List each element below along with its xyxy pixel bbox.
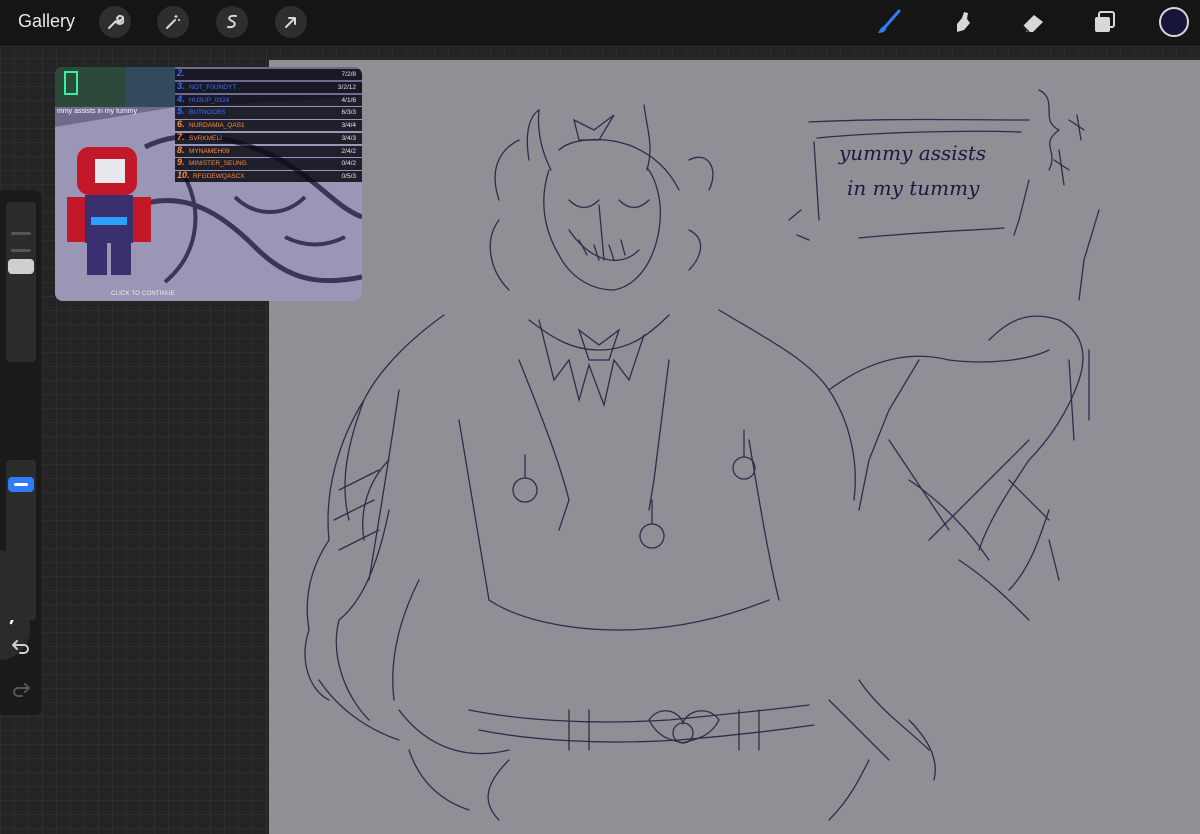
leaderboard-player-name: RFGDEWQASCX bbox=[193, 173, 245, 181]
leaderboard-player-name: NURDAMIA_QAS1 bbox=[189, 122, 245, 130]
leaderboard-row: 9. MINISTER_SEUNG 0/4/2 bbox=[175, 157, 362, 170]
gallery-button[interactable]: Gallery bbox=[18, 11, 75, 32]
leaderboard-player-name: MINISTER_SEUNG bbox=[189, 160, 247, 168]
leaderboard-score: 3/4/3 bbox=[341, 134, 356, 142]
opacity-handle[interactable] bbox=[8, 477, 34, 492]
leaderboard-rank: 8. bbox=[177, 144, 185, 155]
sketch-drawing: yummy assists in my tummy bbox=[304, 89, 1100, 821]
speech-bubble-text: yummy assists bbox=[838, 141, 986, 165]
leaderboard-rank: 3. bbox=[177, 80, 185, 91]
leaderboard-player-name: HU3UP_0324 bbox=[189, 96, 230, 104]
brush-size-slider[interactable] bbox=[6, 202, 36, 362]
top-toolbar: Gallery bbox=[0, 0, 1200, 45]
handle-grip bbox=[14, 483, 28, 486]
brush-icon[interactable] bbox=[873, 6, 905, 38]
leaderboard: 2. 7/2/8 3. NOT_F0UNDYT 3/2/12 4. HU3UP_0324 4/… bbox=[175, 68, 362, 184]
color-picker-swatch[interactable] bbox=[1159, 7, 1189, 37]
speech-bubble-text: in my tummy bbox=[847, 176, 980, 200]
leaderboard-player-name: NOT_F0UNDYT bbox=[189, 83, 237, 91]
click-to-continue-text: CLICK TO CONTINUE bbox=[111, 291, 175, 297]
leaderboard-row: 10. RFGDEWQASCX 0/5/3 bbox=[175, 170, 362, 183]
leaderboard-score: 3/4/4 bbox=[341, 122, 356, 130]
leaderboard-rank: 6. bbox=[177, 119, 185, 130]
leaderboard-row: 7. SVRKMELI 3/4/3 bbox=[175, 131, 362, 145]
leaderboard-score: 2/4/2 bbox=[341, 147, 356, 155]
leaderboard-score: 0/4/2 bbox=[341, 160, 356, 168]
leaderboard-rank: 2. bbox=[177, 68, 185, 78]
undo-icon[interactable] bbox=[8, 633, 34, 659]
wrench-icon[interactable] bbox=[99, 6, 131, 38]
brush-size-handle[interactable] bbox=[8, 259, 34, 274]
selection-icon[interactable] bbox=[216, 6, 248, 38]
leaderboard-rank: 10. bbox=[177, 170, 190, 181]
leaderboard-rank: 9. bbox=[177, 157, 185, 168]
opacity-slider[interactable] bbox=[6, 460, 36, 620]
eraser-icon[interactable] bbox=[1017, 6, 1049, 38]
leaderboard-score: 3/2/12 bbox=[337, 83, 356, 91]
leaderboard-player-name: BUTNOOBS bbox=[189, 109, 226, 117]
leaderboard-row: 8. MYNAMEH09 2/4/2 bbox=[175, 144, 362, 157]
drawing-canvas[interactable]: yummy assists in my tummy bbox=[269, 60, 1200, 834]
redo-icon[interactable] bbox=[8, 676, 34, 702]
smudge-icon[interactable] bbox=[946, 6, 978, 38]
leaderboard-score: 0/5/3 bbox=[341, 173, 356, 181]
leaderboard-player-name: MYNAMEH09 bbox=[189, 147, 230, 155]
leaderboard-player-name: SVRKMELI bbox=[189, 134, 222, 142]
leaderboard-row: 2. 7/2/8 bbox=[175, 68, 362, 81]
leaderboard-score: 4/1/6 bbox=[341, 96, 356, 104]
chat-message: mmy assists in my tummy bbox=[57, 108, 138, 115]
leaderboard-row: 3. NOT_F0UNDYT 3/2/12 bbox=[175, 80, 362, 93]
leaderboard-row: 5. BUTNOOBS 6/3/3 bbox=[175, 106, 362, 119]
slider-tick bbox=[11, 232, 31, 235]
left-sidebar bbox=[0, 190, 42, 715]
reference-image-window[interactable]: mmy assists in my tummy 2. 7/2/8 3. NOT_F0U… bbox=[55, 67, 362, 301]
leaderboard-rank: 5. bbox=[177, 106, 185, 117]
leaderboard-rank: 7. bbox=[177, 131, 185, 142]
leaderboard-rank: 4. bbox=[177, 93, 185, 104]
layers-icon[interactable] bbox=[1089, 6, 1121, 38]
leaderboard-score: 6/3/3 bbox=[341, 109, 356, 117]
leaderboard-score: 7/2/8 bbox=[341, 71, 356, 78]
slider-tick bbox=[11, 249, 31, 252]
leaderboard-row: 6. NURDAMIA_QAS1 3/4/4 bbox=[175, 119, 362, 132]
leaderboard-row: 4. HU3UP_0324 4/1/6 bbox=[175, 93, 362, 106]
magic-wand-icon[interactable] bbox=[157, 6, 189, 38]
transform-arrow-icon[interactable] bbox=[275, 6, 307, 38]
